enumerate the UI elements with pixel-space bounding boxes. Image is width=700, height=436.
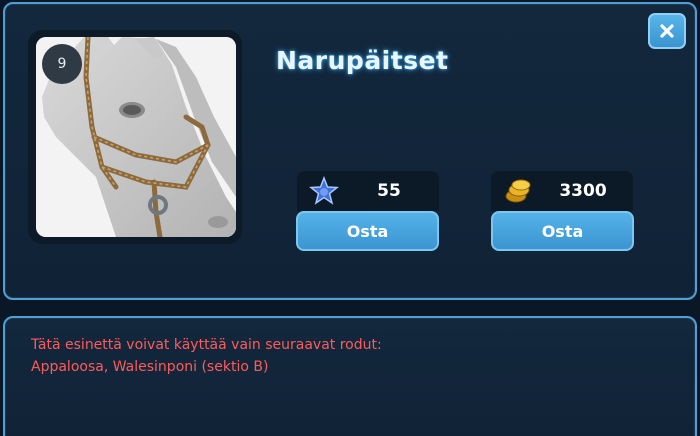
star-price-value: 55 bbox=[377, 181, 401, 201]
coins-icon bbox=[505, 179, 531, 203]
item-level-badge: 9 bbox=[42, 44, 82, 84]
item-shop-dialog: 9 Narupäitset 55 Osta 3300 Osta Tätä esi… bbox=[0, 0, 700, 436]
coins-price-box: 3300 bbox=[491, 171, 633, 211]
coins-price-value: 3300 bbox=[559, 181, 607, 201]
item-title: Narupäitset bbox=[276, 46, 449, 75]
buy-with-coins-button[interactable]: Osta bbox=[491, 211, 634, 251]
star-price-box: 55 bbox=[297, 171, 439, 211]
restriction-line-2: Appaloosa, Walesinponi (sektio B) bbox=[31, 359, 269, 375]
breed-restriction-text: Tätä esinettä voivat käyttää vain seuraa… bbox=[31, 334, 671, 378]
close-icon bbox=[660, 24, 674, 38]
restriction-line-1: Tätä esinettä voivat käyttää vain seuraa… bbox=[31, 337, 382, 353]
star-icon bbox=[309, 176, 339, 205]
close-button[interactable] bbox=[648, 13, 686, 49]
buy-with-stars-button[interactable]: Osta bbox=[296, 211, 439, 251]
